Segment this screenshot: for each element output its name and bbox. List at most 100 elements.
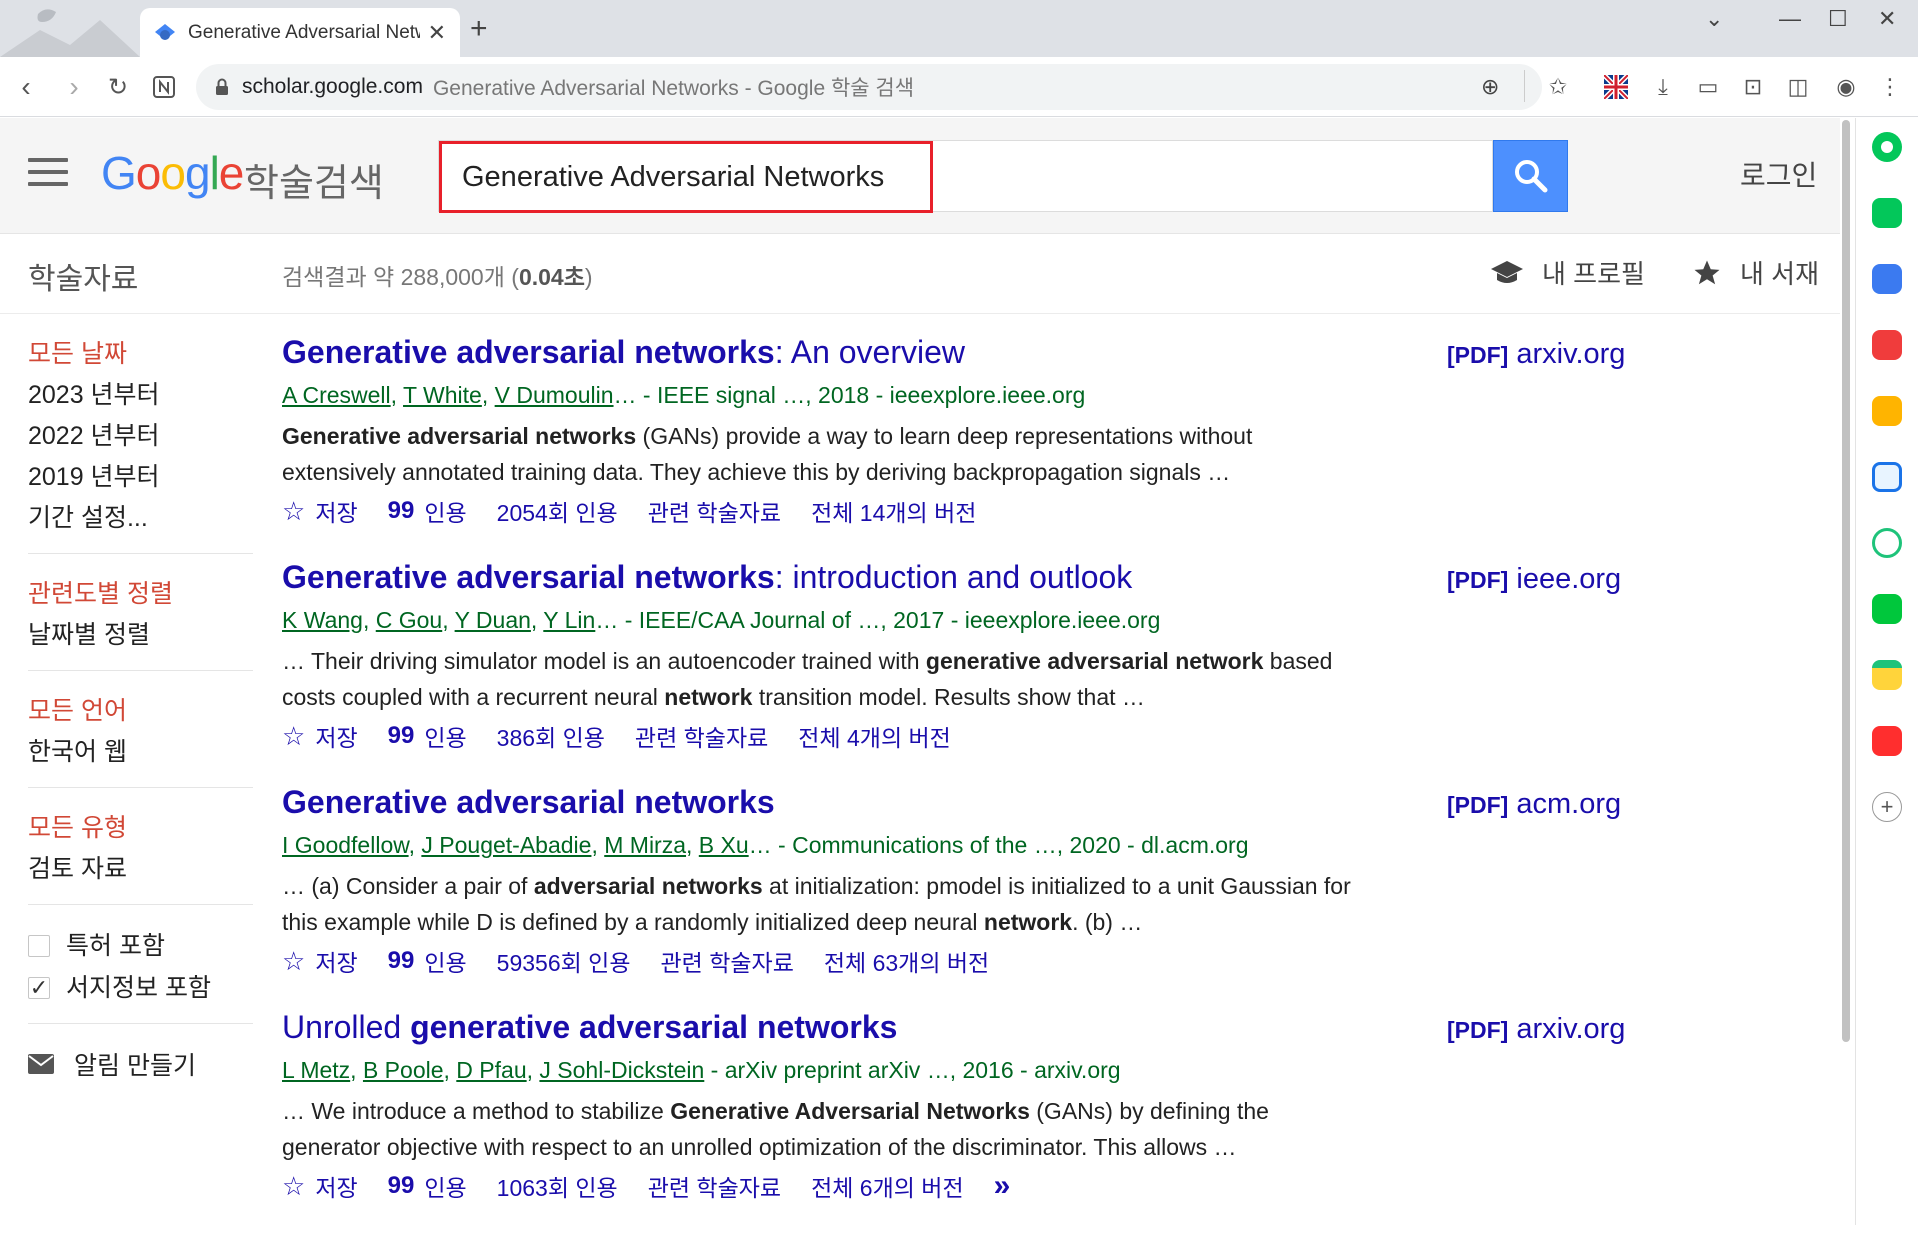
include-citations-checkbox[interactable]: ✓ [28,975,50,1000]
author-link[interactable]: T White [403,382,482,408]
split-view-icon[interactable]: ◫ [1780,69,1816,105]
pdf-link[interactable]: [PDF] arxiv.org [1447,338,1625,371]
filter-since-2019[interactable]: 2019 년부터 [28,457,253,498]
pocket-icon[interactable] [1872,330,1902,360]
now-icon[interactable] [1872,726,1902,756]
close-window-button[interactable]: ✕ [1878,6,1896,32]
result-title-link[interactable]: Generative adversarial networks: introdu… [282,559,1132,596]
create-alert-link[interactable]: 알림 만들기 [28,1046,253,1082]
minimize-window-button[interactable]: — [1779,6,1801,32]
zoom-icon[interactable]: ⊕ [1481,74,1499,100]
back-icon[interactable]: ‹ [10,71,42,103]
author-link[interactable]: D Pfau [456,1057,526,1083]
translate-flag-icon[interactable] [1598,69,1634,105]
author-link[interactable]: J Pouget-Abadie [421,832,591,858]
download-icon[interactable]: ⤓ [1645,69,1681,105]
result-title-link[interactable]: Unrolled generative adversarial networks [282,1009,897,1046]
tab-search-icon[interactable]: ⌄ [1705,6,1723,32]
search-button[interactable] [1493,140,1568,212]
favorites-icon[interactable]: ✩ [1540,69,1576,105]
all-versions-link[interactable]: 전체 14개의 버전 [811,494,976,528]
filter-review-articles[interactable]: 검토 자료 [28,849,253,890]
memo-icon[interactable] [1872,660,1902,690]
pdf-link[interactable]: [PDF] acm.org [1447,788,1621,821]
save-button[interactable]: ☆ 저장 [282,719,358,753]
author-link[interactable]: L Metz [282,1057,350,1083]
wallet-icon[interactable] [1872,264,1902,294]
author-link[interactable]: Y Duan [455,607,531,633]
filter-since-2023[interactable]: 2023 년부터 [28,375,253,416]
related-articles-link[interactable]: 관련 학술자료 [648,1169,781,1203]
google-logo[interactable]: Google [101,146,244,200]
talk-icon[interactable] [1872,198,1902,228]
filter-custom-range[interactable]: 기간 설정... [28,498,253,539]
related-articles-link[interactable]: 관련 학술자료 [635,719,768,753]
cited-by-link[interactable]: 386회 인용 [497,719,605,753]
filter-any-language[interactable]: 모든 언어 [28,691,253,732]
screenshot-icon[interactable]: ⊡ [1735,69,1771,105]
filter-since-2022[interactable]: 2022 년부터 [28,416,253,457]
author-link[interactable]: I Goodfellow [282,832,409,858]
translate-icon[interactable] [1872,462,1902,492]
profile-icon[interactable]: ◉ [1828,69,1864,105]
sort-by-relevance[interactable]: 관련도별 정렬 [28,574,253,615]
author-link[interactable]: V Dumoulin [495,382,614,408]
author-link[interactable]: Y Lin [543,607,595,633]
author-link[interactable]: J Sohl-Dickstein [539,1057,704,1083]
all-versions-link[interactable]: 전체 6개의 버전 [811,1169,964,1203]
new-tab-button[interactable]: + [470,14,488,44]
search-box[interactable] [438,140,1493,213]
author-link[interactable]: A Creswell [282,382,391,408]
lock-icon[interactable] [214,78,230,96]
author-link[interactable]: M Mirza [604,832,686,858]
cite-button[interactable]: 99 인용 [388,944,467,978]
save-button[interactable]: ☆ 저장 [282,1169,358,1203]
save-button[interactable]: ☆ 저장 [282,494,358,528]
my-library-link[interactable]: 내 서재 [1692,254,1819,291]
scrollbar-thumb[interactable] [1842,120,1850,1042]
filter-any-type[interactable]: 모든 유형 [28,808,253,849]
media-icon[interactable]: ▭ [1690,69,1726,105]
sort-by-date[interactable]: 날짜별 정렬 [28,615,253,656]
address-bar[interactable]: scholar.google.com Generative Adversaria… [196,64,1542,110]
filter-any-time[interactable]: 모든 날짜 [28,334,253,375]
webtoon-icon[interactable] [1872,594,1902,624]
include-patents-option[interactable]: 특허 포함 [28,925,253,967]
save-button[interactable]: ☆ 저장 [282,944,358,978]
more-options-button[interactable]: » [994,1169,1011,1203]
include-patents-checkbox[interactable] [28,935,50,957]
related-articles-link[interactable]: 관련 학술자료 [648,494,781,528]
browser-tab-active[interactable]: Generative Adversarial Network ✕ [140,8,460,57]
author-link[interactable]: B Xu [699,832,749,858]
search-input[interactable] [439,141,933,213]
filter-korean-pages[interactable]: 한국어 웹 [28,732,253,773]
pdf-link[interactable]: [PDF] arxiv.org [1447,1013,1625,1046]
cite-button[interactable]: 99 인용 [388,1169,467,1203]
include-citations-option[interactable]: ✓ 서지정보 포함 [28,967,253,1009]
pdf-link[interactable]: [PDF] ieee.org [1447,563,1621,596]
cited-by-link[interactable]: 1063회 인용 [497,1169,618,1203]
result-title-link[interactable]: Generative adversarial networks: An over… [282,334,965,371]
cited-by-link[interactable]: 2054회 인용 [497,494,618,528]
all-versions-link[interactable]: 전체 4개의 버전 [798,719,951,753]
naver-extension-icon[interactable] [148,71,180,103]
author-link[interactable]: C Gou [376,607,442,633]
hamburger-menu-icon[interactable] [28,158,68,190]
naver-green-icon[interactable] [1872,132,1902,162]
add-panel-icon[interactable]: + [1872,792,1902,822]
reload-icon[interactable]: ↻ [102,71,134,103]
all-versions-link[interactable]: 전체 63개의 버전 [824,944,989,978]
tab-close-icon[interactable]: ✕ [428,20,446,46]
page-scrollbar[interactable] [1840,118,1852,1043]
play-icon[interactable] [1872,528,1902,558]
related-articles-link[interactable]: 관련 학술자료 [661,944,794,978]
author-link[interactable]: B Poole [363,1057,444,1083]
cite-button[interactable]: 99 인용 [388,719,467,753]
more-menu-icon[interactable]: ⋮ [1872,69,1908,105]
cite-button[interactable]: 99 인용 [388,494,467,528]
my-profile-link[interactable]: 내 프로필 [1490,254,1645,291]
favorites-star-icon[interactable] [1872,396,1902,426]
cited-by-link[interactable]: 59356회 인용 [497,944,631,978]
maximize-window-button[interactable]: ☐ [1828,6,1848,32]
forward-icon[interactable]: › [58,71,90,103]
